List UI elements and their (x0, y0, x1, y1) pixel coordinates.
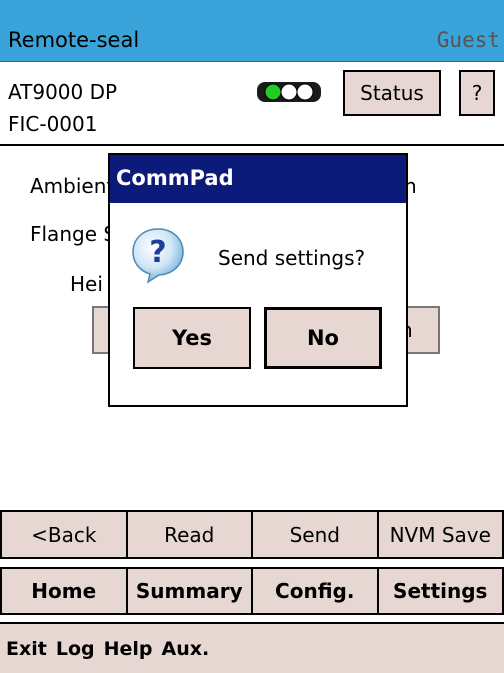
user-label: Guest (436, 28, 500, 52)
back-button[interactable]: <Back (0, 510, 128, 559)
svg-text:?: ? (149, 235, 166, 270)
status-button[interactable]: Status (343, 70, 441, 116)
read-button[interactable]: Read (125, 510, 253, 559)
send-button[interactable]: Send (251, 510, 379, 559)
dialog-title: CommPad (116, 166, 234, 190)
menu-log[interactable]: Log (56, 638, 95, 660)
menu-aux[interactable]: Aux. (162, 638, 210, 660)
tab-config[interactable]: Config. (251, 567, 379, 615)
ambient-label: Ambient (30, 174, 115, 198)
traffic-light-icon (256, 79, 322, 105)
action-bar: <Back Read Send NVM Save (0, 510, 504, 559)
yes-button[interactable]: Yes (133, 307, 251, 369)
tab-summary[interactable]: Summary (125, 567, 253, 615)
height-label: Hei (70, 272, 103, 296)
question-icon: ? (130, 226, 186, 284)
flange-label: Flange S (30, 222, 117, 246)
tab-bar: Home Summary Config. Settings (0, 567, 504, 615)
tab-home[interactable]: Home (0, 567, 128, 615)
help-button[interactable]: ? (459, 70, 495, 116)
tab-settings[interactable]: Settings (376, 567, 504, 615)
menu-help[interactable]: Help (104, 638, 153, 660)
dialog-message: Send settings? (218, 246, 366, 270)
device-tag: FIC-0001 (8, 112, 98, 136)
nvm-save-button[interactable]: NVM Save (376, 510, 504, 559)
menu-exit[interactable]: Exit (6, 638, 47, 660)
bottom-menu: Exit Log Help Aux. (0, 622, 504, 673)
no-button[interactable]: No (264, 307, 382, 369)
app-title: Remote-seal (8, 28, 140, 52)
device-model: AT9000 DP (8, 80, 118, 104)
